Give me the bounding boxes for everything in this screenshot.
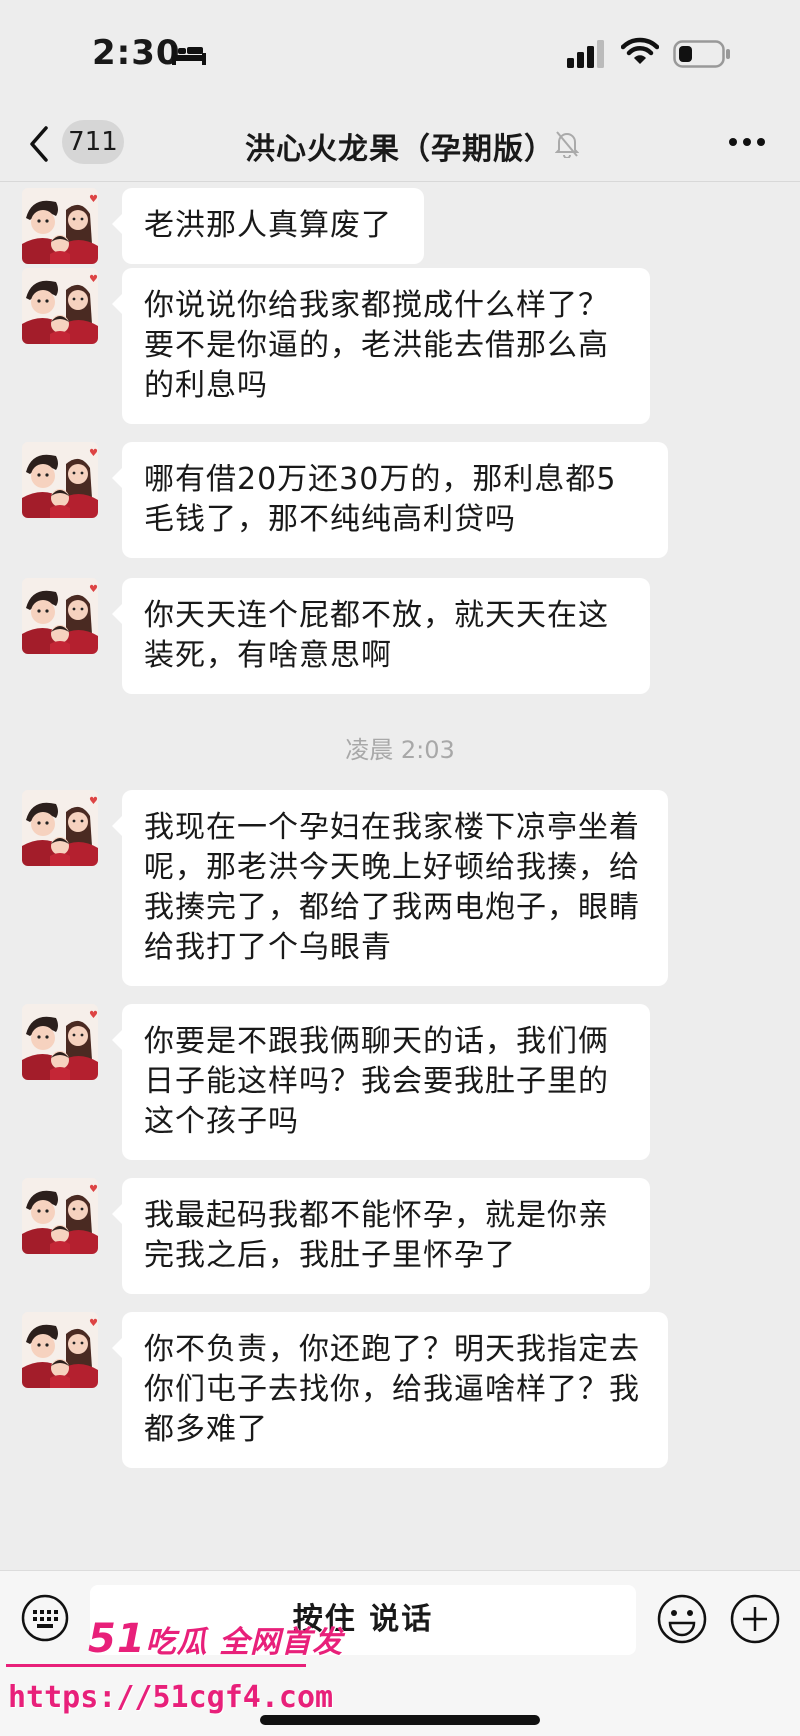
timestamp-divider: 凌晨 2:03 (345, 736, 455, 764)
message-bubble[interactable]: 你天天连个屁都不放，就天天在这装死，有啥意思啊 (112, 578, 650, 694)
watermark-underline (6, 1664, 306, 1667)
emoji-icon[interactable] (656, 1593, 708, 1645)
chat-title: 洪心火龙果（孕期版） (245, 132, 555, 167)
avatar[interactable]: ♥ (22, 188, 98, 264)
mute-bell-icon (555, 131, 579, 158)
avatar[interactable]: ♥ (22, 578, 98, 654)
message-bubble[interactable]: 你不负责，你还跑了？明天我指定去你们屯子去找你，给我逼啥样了？我都多难了 (112, 1312, 668, 1468)
more-icon[interactable] (728, 136, 766, 148)
avatar[interactable]: ♥ (22, 1178, 98, 1254)
svg-text:♥: ♥ (89, 448, 98, 459)
message-bubble[interactable]: 我最起码我都不能怀孕，就是你亲完我之后，我肚子里怀孕了 (112, 1178, 650, 1294)
plus-icon[interactable] (729, 1593, 781, 1645)
wifi-icon (621, 37, 659, 64)
avatar[interactable]: ♥ (22, 1004, 98, 1080)
message-bubble[interactable]: 你说说你给我家都搅成什么样了？要不是你逼的，老洪能去借那么高的利息吗 (112, 268, 650, 424)
message-list[interactable]: ♥ 老洪那人真算废了 ♥ 你说说你给我家都搅成什么样了？要不是你逼的，老洪能去借… (0, 182, 800, 1570)
watermark-brand-text: 吃瓜 全网首发 (145, 1625, 344, 1660)
signal-icon (567, 40, 604, 68)
watermark-brand-number: 51 (88, 1616, 146, 1662)
avatar[interactable]: ♥ (22, 268, 98, 344)
watermark-url: https://51cgf4.com (8, 1680, 334, 1715)
avatar[interactable]: ♥ (22, 442, 98, 518)
svg-text:♥: ♥ (89, 194, 98, 205)
svg-text:♥: ♥ (89, 584, 98, 595)
svg-text:♥: ♥ (89, 796, 98, 807)
bed-icon (172, 45, 206, 65)
status-time: 2:30 (92, 33, 181, 73)
avatar[interactable]: ♥ (22, 1312, 98, 1388)
svg-text:♥: ♥ (89, 1318, 98, 1329)
watermark-brand: 51吃瓜 全网首发 (88, 1616, 343, 1662)
keyboard-icon[interactable] (20, 1593, 70, 1643)
svg-text:♥: ♥ (89, 1010, 98, 1021)
message-bubble[interactable]: 你要是不跟我俩聊天的话，我们俩日子能这样吗？我会要我肚子里的这个孩子吗 (112, 1004, 650, 1160)
battery-icon (673, 40, 730, 68)
home-indicator (260, 1715, 540, 1725)
message-bubble[interactable]: 哪有借20万还30万的，那利息都5毛钱了，那不纯纯高利贷吗 (112, 442, 668, 558)
chat-header: 711 洪心火龙果（孕期版） (0, 106, 800, 182)
message-bubble[interactable]: 我现在一个孕妇在我家楼下凉亭坐着呢，那老洪今天晚上好顿给我揍，给我揍完了，都给了… (112, 790, 668, 986)
svg-text:♥: ♥ (89, 1184, 98, 1195)
svg-text:♥: ♥ (89, 274, 98, 285)
status-bar: 2:30 (0, 0, 800, 106)
message-bubble[interactable]: 老洪那人真算废了 (112, 188, 424, 264)
avatar[interactable]: ♥ (22, 790, 98, 866)
